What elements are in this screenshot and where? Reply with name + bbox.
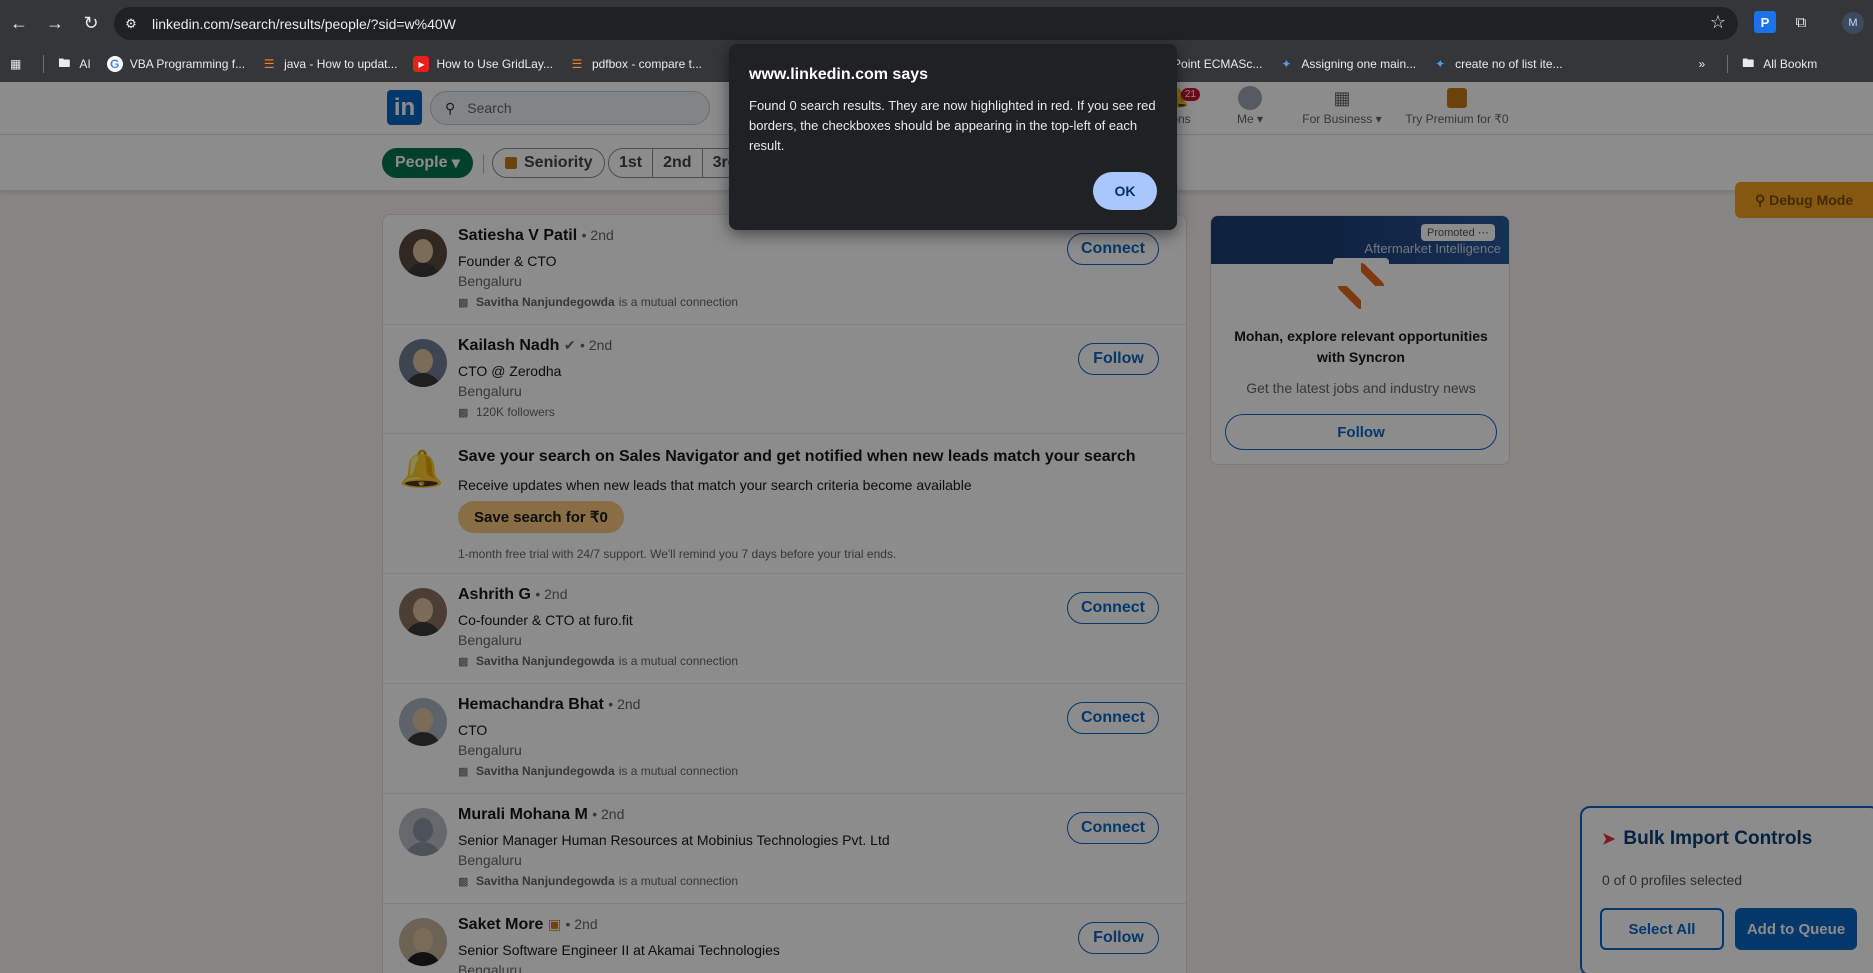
forward-icon[interactable]: → xyxy=(38,6,72,40)
bookmark-item[interactable]: ✦ create no of list ite... xyxy=(1432,56,1562,72)
folder-icon: 🖿 xyxy=(58,55,71,70)
address-bar[interactable]: ⚙ linkedin.com/search/results/people/?si… xyxy=(114,7,1738,40)
bookmark-item[interactable]: ✦ Assigning one main... xyxy=(1278,56,1416,72)
bookmark-divider xyxy=(1727,55,1729,73)
folder-icon: 🖿 xyxy=(1742,55,1755,70)
alert-dialog: www.linkedin.com says Found 0 search res… xyxy=(729,44,1177,230)
more-bookmarks-icon[interactable]: » xyxy=(1699,57,1706,71)
stackoverflow-icon: ☰ xyxy=(571,57,583,71)
feather-icon: ✦ xyxy=(1281,57,1292,71)
profile-avatar[interactable]: M xyxy=(1842,12,1864,34)
site-info-icon[interactable]: ⚙ xyxy=(116,9,146,39)
bookmark-item[interactable]: ☰ java - How to updat... xyxy=(261,56,398,72)
all-bookmarks[interactable]: 🖿 All Bookm xyxy=(1740,56,1817,72)
dialog-title: www.linkedin.com says xyxy=(749,66,929,83)
bookmark-divider xyxy=(43,55,45,73)
url-text[interactable]: linkedin.com/search/results/people/?sid=… xyxy=(152,16,456,32)
reload-icon[interactable]: ↻ xyxy=(74,6,108,40)
dialog-message: Found 0 search results. They are now hig… xyxy=(749,98,1156,153)
stackoverflow-icon: ☰ xyxy=(263,57,275,71)
ok-button[interactable]: OK xyxy=(1093,172,1157,210)
youtube-icon: ▶ xyxy=(413,56,430,72)
bookmark-star-icon[interactable]: ☆ xyxy=(1710,12,1726,33)
apps-grid-icon[interactable]: ▦ xyxy=(10,57,21,71)
back-icon[interactable]: ← xyxy=(2,6,36,40)
bookmark-item[interactable]: ☰ pdfbox - compare t... xyxy=(569,56,702,72)
bookmark-item[interactable]: ▶ How to Use GridLay... xyxy=(413,56,553,72)
extension-icon[interactable]: P xyxy=(1754,11,1776,33)
feather-icon: ✦ xyxy=(1435,57,1446,71)
address-row: ← → ↻ ⚙ linkedin.com/search/results/peop… xyxy=(0,0,1873,46)
bookmark-item[interactable]: 🖿 AI xyxy=(56,56,90,72)
bookmark-item[interactable]: G VBA Programming f... xyxy=(106,56,245,72)
google-icon: G xyxy=(106,56,123,72)
extensions-puzzle-icon[interactable]: ⧉ xyxy=(1790,11,1812,33)
